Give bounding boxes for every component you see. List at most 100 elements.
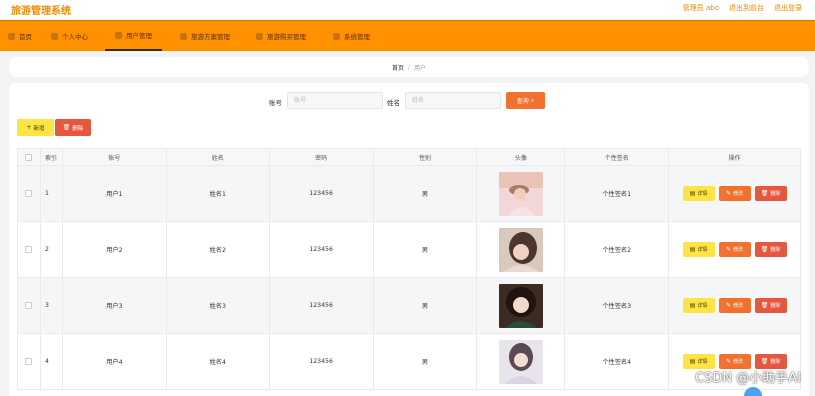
nav-item-profile[interactable]: 个人中心	[51, 21, 88, 51]
edit-icon: ✎	[726, 189, 732, 197]
trash-icon: 🗑	[62, 123, 71, 131]
nav-item-home[interactable]: 首页	[8, 21, 32, 51]
table-row: 1 用户1 姓名1 123456 男 个性签名1 ▤ 详情 ✎ 修改 🗑 删除	[18, 166, 801, 222]
avatar	[498, 339, 543, 384]
delete-button[interactable]: 🗑 删除	[754, 242, 787, 257]
row-account: 用户2	[63, 222, 167, 277]
detail-icon: ▤	[689, 245, 696, 253]
bulk-delete-button[interactable]: 🗑 删除	[55, 119, 91, 136]
plus-icon: +	[26, 123, 32, 131]
delete-button[interactable]: 🗑 删除	[754, 298, 787, 313]
row-avatar-cell	[477, 166, 566, 221]
table-row: 3 用户3 姓名3 123456 男 个性签名3 ▤ 详情 ✎ 修改 🗑 删除	[18, 278, 801, 334]
row-signature: 个性签名3	[565, 278, 670, 333]
account-search-input[interactable]	[287, 92, 383, 109]
breadcrumb-current: 用户	[414, 64, 427, 72]
row-sex: 男	[374, 278, 478, 333]
detail-button[interactable]: ▤ 详情	[682, 186, 715, 201]
row-index: 2	[41, 222, 63, 277]
detail-button[interactable]: ▤ 详情	[682, 298, 715, 313]
nav-item-tour-plan[interactable]: 旅游方案管理	[180, 21, 230, 51]
logout-link[interactable]: 退出登录	[774, 3, 802, 13]
gear-icon	[333, 32, 340, 40]
top-bar: 旅游管理系统 管理员 abo 退出到前台 退出登录	[0, 0, 815, 20]
row-checkbox[interactable]	[25, 302, 33, 309]
row-index: 3	[41, 278, 63, 333]
select-all-cell	[18, 149, 41, 165]
edit-icon: ✎	[726, 301, 732, 309]
account-label: 账号	[269, 99, 282, 107]
user-icon	[51, 32, 58, 40]
user-table: 索引 账号 姓名 密码 性别 头像 个性签名 操作 1 用户1 姓名1 1234…	[17, 148, 801, 390]
admin-user-link[interactable]: 管理员 abo	[683, 3, 719, 13]
header-signature: 个性签名	[565, 149, 670, 165]
avatar	[498, 283, 543, 328]
row-password: 123456	[270, 166, 374, 221]
content-panel: 账号 姓名 查询 ⌕ + 新增 🗑 删除 索引 账号 姓名 密码 性别 头像 个…	[9, 83, 809, 396]
detail-icon: ▤	[689, 189, 696, 197]
trash-icon: 🗑	[760, 189, 769, 197]
watermark: CSDN @小助手AI	[695, 371, 801, 386]
row-actions: ▤ 详情 ✎ 修改 🗑 删除	[669, 166, 801, 221]
row-select-cell	[18, 334, 41, 389]
edit-button[interactable]: ✎ 修改	[718, 186, 751, 201]
header-index: 索引	[41, 149, 63, 165]
query-button[interactable]: 查询 ⌕	[506, 92, 545, 109]
row-checkbox[interactable]	[25, 358, 33, 365]
detail-icon: ▤	[689, 357, 696, 365]
row-index: 4	[41, 334, 63, 389]
trash-icon: 🗑	[760, 245, 769, 253]
top-links: 管理员 abo 退出到前台 退出登录	[683, 3, 802, 13]
breadcrumb: 首页 / 用户	[9, 57, 809, 77]
front-end-link[interactable]: 退出到前台	[729, 3, 764, 13]
row-password: 123456	[270, 222, 374, 277]
table-row: 4 用户4 姓名4 123456 男 个性签名4 ▤ 详情 ✎ 修改 🗑 删除	[18, 334, 801, 390]
header-name: 姓名	[167, 149, 270, 165]
avatar	[498, 171, 543, 216]
row-password: 123456	[270, 278, 374, 333]
search-icon: ⌕	[530, 96, 535, 104]
avatar	[498, 227, 543, 272]
row-signature: 个性签名1	[565, 166, 670, 221]
delete-button[interactable]: 🗑 删除	[754, 186, 787, 201]
nav-item-system[interactable]: 系统管理	[333, 21, 370, 51]
row-avatar-cell	[477, 222, 566, 277]
edit-icon: ✎	[726, 357, 732, 365]
row-signature: 个性签名2	[565, 222, 670, 277]
row-sex: 男	[374, 222, 478, 277]
row-select-cell	[18, 222, 41, 277]
row-checkbox[interactable]	[25, 246, 33, 253]
header-avatar: 头像	[477, 149, 566, 165]
row-name: 姓名3	[167, 278, 270, 333]
add-button[interactable]: + 新增	[17, 119, 54, 136]
header-account: 账号	[63, 149, 167, 165]
nav-item-tour-purchase[interactable]: 旅游购买管理	[256, 21, 306, 51]
breadcrumb-home[interactable]: 首页	[392, 63, 404, 72]
row-select-cell	[18, 166, 41, 221]
row-sex: 男	[374, 166, 478, 221]
row-account: 用户3	[63, 278, 167, 333]
table-header: 索引 账号 姓名 密码 性别 头像 个性签名 操作	[18, 149, 801, 166]
edit-button[interactable]: ✎ 修改	[718, 298, 751, 313]
header-sex: 性别	[374, 149, 478, 165]
name-label: 姓名	[387, 99, 400, 107]
home-icon	[8, 32, 15, 40]
row-sex: 男	[374, 334, 478, 389]
edit-button[interactable]: ✎ 修改	[718, 242, 751, 257]
row-password: 123456	[270, 334, 374, 389]
edit-icon: ✎	[726, 245, 732, 253]
name-search-input[interactable]	[405, 92, 501, 109]
main-nav: 首页 个人中心 用户管理 旅游方案管理 旅游购买管理 系统管理	[0, 20, 815, 51]
app-title: 旅游管理系统	[11, 6, 71, 17]
row-select-cell	[18, 278, 41, 333]
breadcrumb-separator: /	[407, 63, 411, 71]
table-row: 2 用户2 姓名2 123456 男 个性签名2 ▤ 详情 ✎ 修改 🗑 删除	[18, 222, 801, 278]
row-avatar-cell	[477, 334, 566, 389]
row-index: 1	[41, 166, 63, 221]
select-all-checkbox[interactable]	[25, 153, 33, 161]
row-checkbox[interactable]	[25, 190, 33, 197]
row-avatar-cell	[477, 278, 566, 333]
nav-item-user-management[interactable]: 用户管理	[105, 21, 162, 51]
header-password: 密码	[270, 149, 374, 165]
detail-button[interactable]: ▤ 详情	[682, 242, 715, 257]
